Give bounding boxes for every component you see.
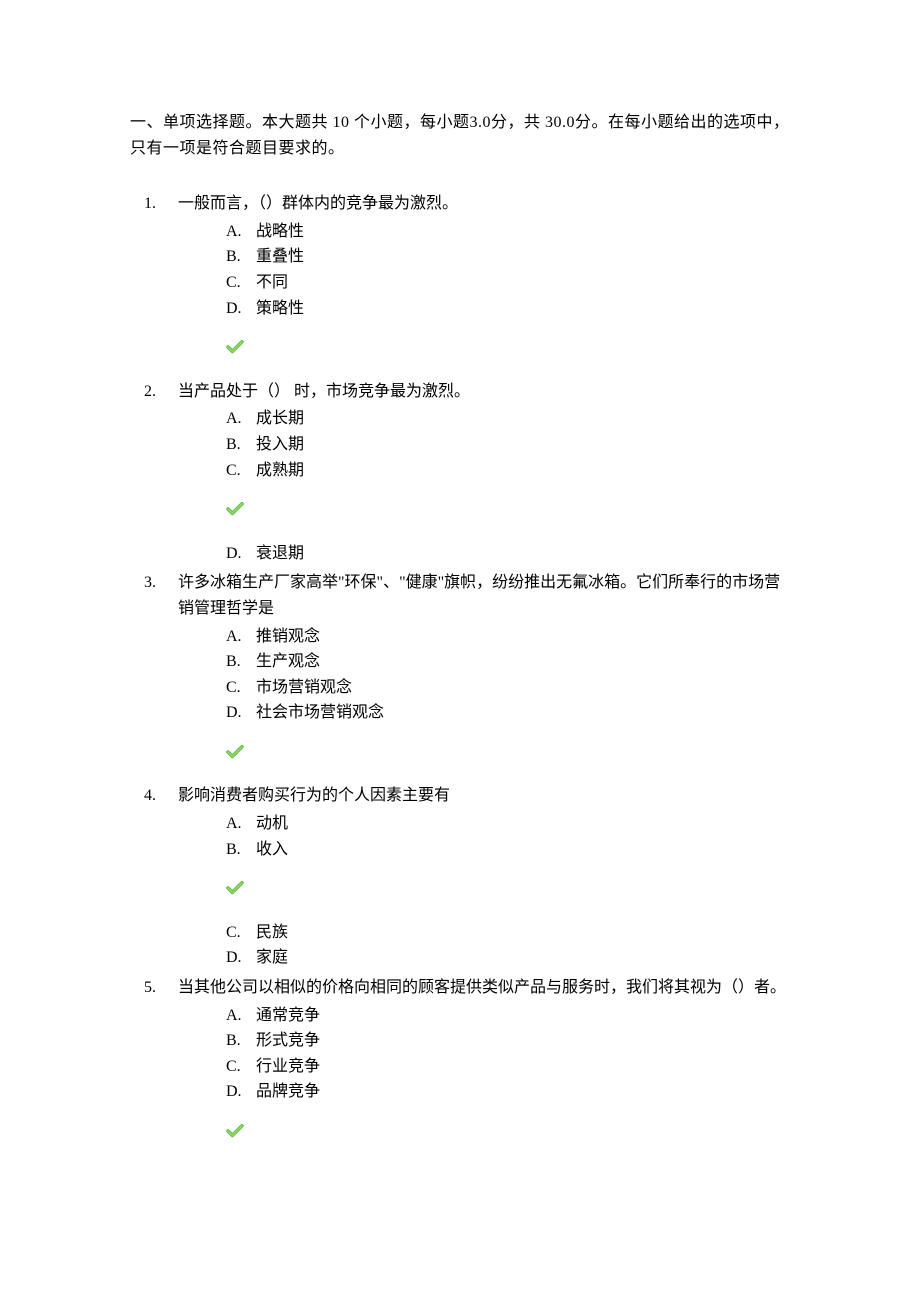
option: D.衰退期 (226, 541, 795, 567)
question-text: 一般而言，（）群体内的竞争最为激烈。 (178, 191, 795, 217)
option-letter: B. (226, 1028, 256, 1054)
question: 1.一般而言，（）群体内的竞争最为激烈。A.战略性B.重叠性C.不同D.策略性 (130, 191, 795, 363)
option-list: A.成长期B.投入期C.成熟期 (178, 406, 795, 483)
option-letter: D. (226, 296, 256, 322)
option-letter: D. (226, 541, 256, 567)
option-text: 衰退期 (256, 545, 304, 562)
option: A.动机 (226, 811, 795, 837)
option-list: D.衰退期 (178, 541, 795, 567)
option-text: 成熟期 (256, 462, 304, 479)
option-text: 生产观念 (256, 653, 320, 670)
option-letter: C. (226, 270, 256, 296)
option-letter: C. (226, 675, 256, 701)
option: A.成长期 (226, 406, 795, 432)
correct-check (226, 878, 795, 904)
option-text: 不同 (256, 274, 288, 291)
section-header: 一、单项选择题。本大题共 10 个小题，每小题3.0分，共 30.0分。在每小题… (130, 110, 795, 161)
option-letter: C. (226, 458, 256, 484)
option-list: C.民族D.家庭 (178, 920, 795, 971)
option-letter: D. (226, 1079, 256, 1105)
option-letter: A. (226, 406, 256, 432)
option-letter: A. (226, 624, 256, 650)
question: 2.当产品处于（） 时，市场竞争最为激烈。A.成长期B.投入期C.成熟期 D.衰… (130, 379, 795, 567)
checkmark-icon (226, 502, 244, 516)
option-text: 投入期 (256, 436, 304, 453)
correct-check (226, 337, 795, 363)
option: B.生产观念 (226, 649, 795, 675)
question-text: 影响消费者购买行为的个人因素主要有 (178, 783, 795, 809)
question: 5.当其他公司以相似的价格向相同的顾客提供类似产品与服务时，我们将其视为（）者。… (130, 975, 795, 1147)
option: C.成熟期 (226, 458, 795, 484)
option-text: 家庭 (256, 949, 288, 966)
option-text: 推销观念 (256, 628, 320, 645)
option-letter: B. (226, 244, 256, 270)
checkmark-icon (226, 745, 244, 759)
option-text: 行业竞争 (256, 1058, 320, 1075)
option: B.重叠性 (226, 244, 795, 270)
option: C.行业竞争 (226, 1054, 795, 1080)
document-page: 一、单项选择题。本大题共 10 个小题，每小题3.0分，共 30.0分。在每小题… (0, 0, 920, 1223)
option-letter: B. (226, 649, 256, 675)
option-letter: A. (226, 811, 256, 837)
question: 3.许多冰箱生产厂家高举"环保"、"健康"旗帜，纷纷推出无氟冰箱。它们所奉行的市… (130, 570, 795, 767)
option-letter: A. (226, 1003, 256, 1029)
question-number: 3. (144, 570, 178, 596)
correct-check (226, 1121, 795, 1147)
option-text: 重叠性 (256, 248, 304, 265)
option: A.战略性 (226, 219, 795, 245)
option-letter: B. (226, 432, 256, 458)
option: D.策略性 (226, 296, 795, 322)
option-list: A.通常竞争B.形式竞争C.行业竞争D.品牌竞争 (178, 1003, 795, 1105)
option: B.形式竞争 (226, 1028, 795, 1054)
checkmark-icon (226, 881, 244, 895)
option-text: 战略性 (256, 223, 304, 240)
option-text: 形式竞争 (256, 1032, 320, 1049)
option-letter: C. (226, 1054, 256, 1080)
option-letter: C. (226, 920, 256, 946)
option: D.社会市场营销观念 (226, 700, 795, 726)
option: D.家庭 (226, 945, 795, 971)
option-list: A.动机B.收入 (178, 811, 795, 862)
option-list: A.推销观念B.生产观念C.市场营销观念D.社会市场营销观念 (178, 624, 795, 726)
question-text: 当产品处于（） 时，市场竞争最为激烈。 (178, 379, 795, 405)
option: D.品牌竞争 (226, 1079, 795, 1105)
question: 4.影响消费者购买行为的个人因素主要有A.动机B.收入 C.民族D.家庭 (130, 783, 795, 971)
option: C.民族 (226, 920, 795, 946)
option-letter: D. (226, 945, 256, 971)
option: C.不同 (226, 270, 795, 296)
question-number: 1. (144, 191, 178, 217)
option: A.通常竞争 (226, 1003, 795, 1029)
checkmark-icon (226, 1124, 244, 1138)
option-text: 社会市场营销观念 (256, 704, 384, 721)
option-list: A.战略性B.重叠性C.不同D.策略性 (178, 219, 795, 321)
option-text: 成长期 (256, 410, 304, 427)
question-list: 1.一般而言，（）群体内的竞争最为激烈。A.战略性B.重叠性C.不同D.策略性 … (130, 191, 795, 1146)
option: B.收入 (226, 837, 795, 863)
option-text: 策略性 (256, 300, 304, 317)
option-letter: D. (226, 700, 256, 726)
option-letter: A. (226, 219, 256, 245)
question-text: 当其他公司以相似的价格向相同的顾客提供类似产品与服务时，我们将其视为（）者。 (178, 975, 795, 1001)
option-text: 民族 (256, 924, 288, 941)
checkmark-icon (226, 340, 244, 354)
option-text: 品牌竞争 (256, 1083, 320, 1100)
option-text: 市场营销观念 (256, 679, 352, 696)
option-text: 动机 (256, 815, 288, 832)
correct-check (226, 499, 795, 525)
option-letter: B. (226, 837, 256, 863)
option-text: 收入 (256, 841, 288, 858)
question-number: 2. (144, 379, 178, 405)
question-number: 4. (144, 783, 178, 809)
option-text: 通常竞争 (256, 1007, 320, 1024)
question-number: 5. (144, 975, 178, 1001)
option: B.投入期 (226, 432, 795, 458)
option: C.市场营销观念 (226, 675, 795, 701)
option: A.推销观念 (226, 624, 795, 650)
correct-check (226, 742, 795, 768)
question-text: 许多冰箱生产厂家高举"环保"、"健康"旗帜，纷纷推出无氟冰箱。它们所奉行的市场营… (178, 570, 795, 621)
